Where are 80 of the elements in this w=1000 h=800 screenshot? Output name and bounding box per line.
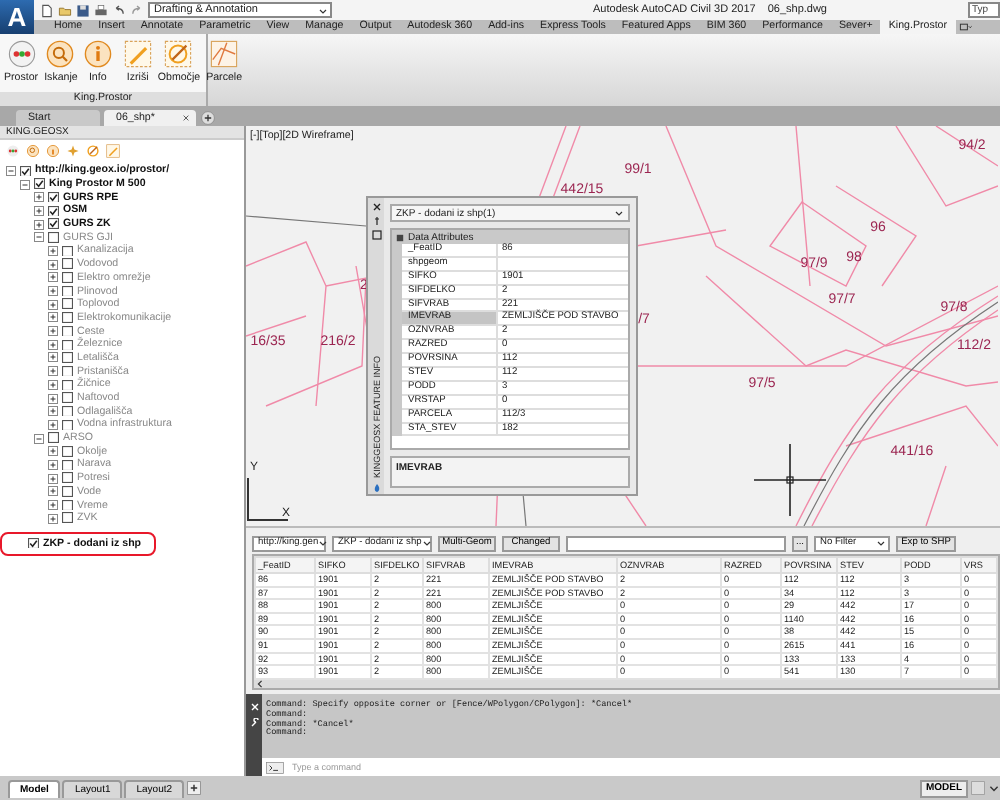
layer-checkbox[interactable] — [62, 446, 73, 458]
layer-checkbox[interactable] — [62, 472, 73, 484]
layer-checkbox[interactable] — [48, 205, 59, 217]
layer-checkbox[interactable] — [48, 191, 59, 203]
caret-icon[interactable] — [988, 782, 1000, 794]
print-icon[interactable] — [94, 3, 108, 17]
crosshair-cursor-icon — [754, 444, 826, 516]
close-icon[interactable] — [371, 202, 381, 212]
add-tab-icon[interactable] — [200, 110, 216, 126]
layer-checkbox[interactable] — [62, 486, 73, 498]
expand-icon[interactable] — [48, 446, 58, 457]
layer-checkbox[interactable] — [62, 312, 73, 324]
layer-checkbox[interactable] — [62, 379, 73, 391]
expand-icon[interactable] — [48, 393, 58, 404]
search-icon[interactable] — [26, 143, 40, 157]
layer-checkbox[interactable] — [62, 419, 73, 431]
text-field[interactable] — [566, 535, 786, 551]
expand-icon[interactable] — [48, 406, 58, 417]
expand-icon[interactable] — [48, 486, 58, 497]
horizontal-scrollbar[interactable] — [254, 679, 998, 688]
layer-checkbox[interactable] — [62, 285, 73, 297]
layer-checkbox[interactable] — [48, 218, 59, 230]
save-icon[interactable] — [76, 3, 90, 17]
ucs-axes-icon — [246, 478, 290, 522]
layer-checkbox[interactable] — [62, 325, 73, 337]
layer-checkbox[interactable] — [28, 537, 39, 549]
application-menu-button[interactable]: A — [0, 0, 34, 34]
layer-checkbox[interactable] — [48, 432, 59, 444]
expand-icon[interactable] — [48, 459, 58, 470]
pencil-icon — [123, 40, 152, 68]
window-icon[interactable] — [371, 230, 381, 240]
layer-checkbox[interactable] — [48, 232, 59, 244]
expand-icon[interactable] — [48, 379, 58, 390]
info-icon — [83, 40, 112, 68]
expand-icon[interactable] — [48, 286, 58, 297]
caret-icon — [614, 208, 624, 218]
expand-icon[interactable] — [48, 419, 58, 430]
caret-icon — [318, 5, 328, 15]
expand-icon[interactable] — [34, 192, 44, 203]
close-icon[interactable] — [182, 114, 190, 122]
expand-icon[interactable] — [48, 326, 58, 337]
expand-icon[interactable] — [48, 312, 58, 323]
expand-icon[interactable] — [34, 205, 44, 216]
pin-icon[interactable] — [371, 216, 381, 226]
expand-icon[interactable] — [48, 299, 58, 310]
layer-checkbox[interactable] — [62, 512, 73, 524]
layer-checkbox[interactable] — [34, 178, 45, 190]
layer-checkbox[interactable] — [62, 365, 73, 377]
layer-checkbox[interactable] — [62, 272, 73, 284]
command-prompt-icon[interactable] — [266, 761, 284, 773]
layer-checkbox[interactable] — [62, 392, 73, 404]
layer-checkbox[interactable] — [62, 258, 73, 270]
layer-checkbox[interactable] — [62, 459, 73, 471]
layer-checkbox[interactable] — [62, 245, 73, 257]
map-icon — [210, 40, 239, 68]
caret-icon — [318, 538, 329, 548]
expand-icon[interactable] — [48, 272, 58, 283]
expand-icon[interactable] — [48, 366, 58, 377]
caret-icon — [876, 538, 886, 548]
expand-icon[interactable] — [34, 219, 44, 230]
layer-checkbox[interactable] — [62, 339, 73, 351]
scroll-left-icon[interactable] — [256, 679, 264, 688]
expand-icon[interactable] — [48, 352, 58, 363]
layer-checkbox[interactable] — [62, 499, 73, 511]
add-tab-icon[interactable] — [186, 780, 203, 796]
info-icon[interactable] — [46, 143, 60, 157]
expand-icon[interactable] — [48, 513, 58, 524]
caret-icon — [421, 538, 432, 548]
undo-icon[interactable] — [112, 3, 126, 17]
layer-checkbox[interactable] — [62, 298, 73, 310]
expand-icon[interactable] — [48, 245, 58, 256]
layer-checkbox[interactable] — [20, 165, 31, 177]
expand-icon[interactable] — [48, 500, 58, 511]
search-icon — [46, 40, 75, 68]
expand-icon[interactable] — [48, 339, 58, 350]
expand-icon[interactable] — [48, 473, 58, 484]
wrench-icon[interactable] — [249, 718, 259, 728]
layer-checkbox[interactable] — [62, 405, 73, 417]
layer-checkbox[interactable] — [62, 352, 73, 364]
expand-icon[interactable] — [48, 259, 58, 270]
